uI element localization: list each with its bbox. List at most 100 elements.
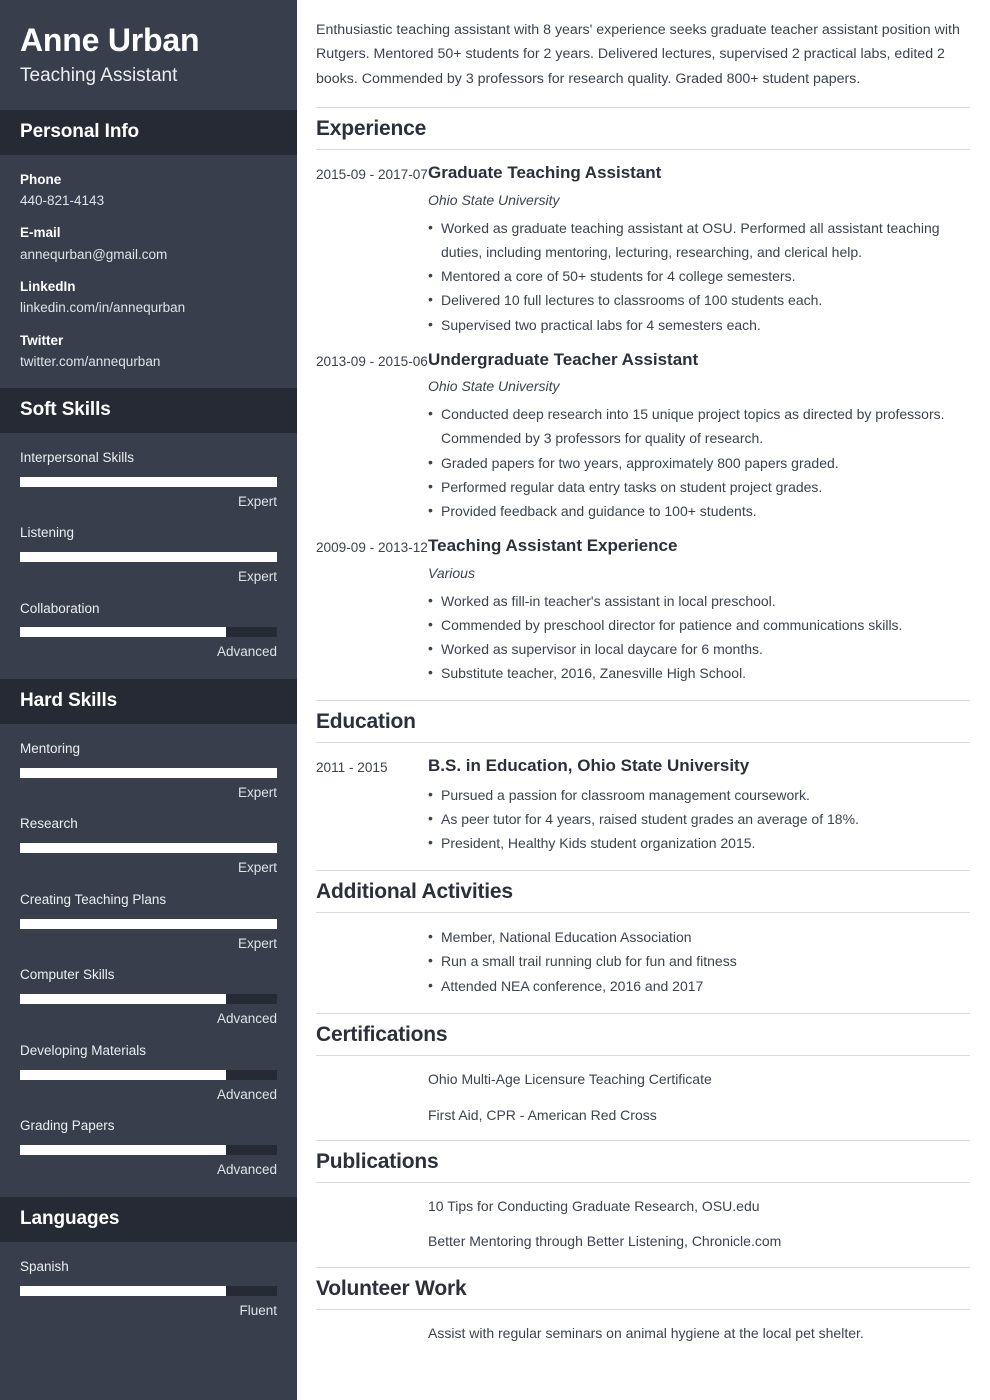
section-experience: Experience 2015-09 - 2017-07 Graduate Tea… — [316, 107, 970, 685]
skill-progress-track — [20, 1069, 277, 1080]
main-content: Enthusiastic teaching assistant with 8 y… — [297, 0, 990, 1400]
entry-bullet: Graded papers for two years, approximate… — [428, 450, 970, 475]
contact-label: E-mail — [20, 225, 61, 241]
skill-progress-fill — [20, 627, 226, 638]
skill-progress-track — [20, 918, 277, 929]
contact-label: Twitter — [20, 332, 64, 348]
skill-progress-track — [20, 1145, 277, 1156]
contact-label: LinkedIn — [20, 279, 76, 295]
skill-name: Computer Skills — [20, 967, 115, 983]
skill-item: Listening Expert — [20, 524, 277, 585]
section-volunteer-work: Volunteer Work Assist with regular semin… — [316, 1266, 970, 1344]
skill-level-label: Advanced — [216, 1162, 277, 1178]
entry: 2015-09 - 2017-07 Graduate Teaching Assis… — [316, 150, 970, 337]
entry-bullet: As peer tutor for 4 years, raised studen… — [428, 806, 970, 831]
skill-item: Developing Materials Advanced — [20, 1042, 277, 1103]
entry-title: Graduate Teaching Assistant — [428, 163, 662, 183]
skill-level-label: Expert — [237, 784, 277, 800]
section-title-experience: Experience — [316, 107, 970, 151]
skill-progress-fill — [20, 767, 277, 778]
candidate-name: Anne Urban — [20, 22, 200, 58]
contact-value[interactable]: 440-821-4143 — [20, 191, 277, 211]
entry-bullet: Substitute teacher, 2016, Zanesville Hig… — [428, 660, 970, 685]
skill-item: Interpersonal Skills Expert — [20, 449, 277, 510]
skill-item: Spanish Fluent — [20, 1258, 277, 1319]
skill-progress-fill — [20, 1285, 226, 1296]
contact-item: E-mail annequrban@gmail.com — [20, 224, 277, 264]
section-publications: Publications 10 Tips for Conducting Grad… — [316, 1140, 970, 1253]
activity-bullet: Member, National Education Association — [428, 924, 970, 950]
entry-bullet: Performed regular data entry tasks on st… — [428, 474, 970, 499]
certification-line: Ohio Multi-Age Licensure Teaching Certif… — [428, 1071, 712, 1088]
skill-progress-track — [20, 552, 277, 563]
contact-item: Twitter twitter.com/annequrban — [20, 332, 277, 372]
entry-bullet: Delivered 10 full lectures to classrooms… — [428, 287, 970, 312]
entry-organization: Various — [428, 564, 475, 581]
hard-skills-list: Mentoring Expert Research Expert Creating Te… — [0, 724, 297, 1197]
skill-item: Grading Papers Advanced — [20, 1117, 277, 1178]
skill-level-label: Fluent — [239, 1302, 277, 1318]
activities-bullet-list: Member, National Education AssociationRu… — [428, 913, 970, 1000]
entry-date: 2009-09 - 2013-12 — [316, 540, 428, 556]
entry: 2011 - 2015 B.S. in Education, Ohio State… — [316, 743, 970, 856]
skill-name: Developing Materials — [20, 1042, 147, 1058]
entry-date: 2015-09 - 2017-07 — [316, 167, 428, 183]
sidebar-heading-soft-skills: Soft Skills — [0, 387, 297, 433]
entry: 2009-09 - 2013-12 Teaching Assistant Expe… — [316, 523, 970, 685]
skill-level-label: Advanced — [216, 644, 277, 660]
activity-bullet: Attended NEA conference, 2016 and 2017 — [428, 973, 970, 999]
entry-bullet: Worked as supervisor in local daycare fo… — [428, 636, 970, 661]
skill-level-label: Expert — [237, 935, 277, 951]
skill-name: Listening — [20, 525, 75, 541]
contact-value[interactable]: linkedin.com/in/annequrban — [20, 298, 277, 318]
contact-label: Phone — [20, 171, 62, 187]
skill-progress-fill — [20, 1145, 226, 1156]
soft-skills-list: Interpersonal Skills Expert Listening Exper… — [0, 433, 297, 679]
entry-title: B.S. in Education, Ohio State University — [428, 755, 750, 775]
sidebar: Anne Urban Teaching Assistant Personal I… — [0, 0, 297, 1400]
skill-name: Mentoring — [20, 741, 81, 757]
entry-body: Teaching Assistant Experience Various Work… — [428, 535, 970, 685]
entry-bullet: Worked as fill-in teacher's assistant in… — [428, 588, 970, 613]
entry-date: 2011 - 2015 — [316, 759, 388, 775]
entry-bullet-list: Conducted deep research into 15 unique p… — [428, 401, 970, 523]
entry-bullet: Mentored a core of 50+ students for 4 co… — [428, 263, 970, 288]
section-title-education: Education — [316, 699, 970, 743]
entry-body: B.S. in Education, Ohio State University… — [428, 755, 970, 856]
experience-entries: 2015-09 - 2017-07 Graduate Teaching Assis… — [316, 150, 970, 685]
skill-level-label: Expert — [237, 860, 277, 876]
skill-item: Collaboration Advanced — [20, 600, 277, 661]
publications-body: 10 Tips for Conducting Graduate Research… — [316, 1183, 970, 1253]
skill-name: Research — [20, 816, 78, 832]
sidebar-heading-languages: Languages — [0, 1196, 297, 1242]
entry-body: Graduate Teaching Assistant Ohio State Un… — [428, 162, 970, 337]
activity-bullet: Run a small trail running club for fun a… — [428, 948, 970, 974]
candidate-job-title: Teaching Assistant — [20, 64, 178, 86]
skill-progress-track — [20, 627, 277, 638]
contact-value[interactable]: twitter.com/annequrban — [20, 352, 277, 372]
professional-summary: Enthusiastic teaching assistant with 8 y… — [316, 22, 960, 87]
skill-level-label: Advanced — [216, 1011, 277, 1027]
section-title-publications: Publications — [316, 1140, 970, 1184]
section-title-certifications: Certifications — [316, 1013, 970, 1057]
contact-value[interactable]: annequrban@gmail.com — [20, 245, 277, 265]
additional-activities-body: Member, National Education AssociationRu… — [316, 913, 970, 1000]
skill-progress-fill — [20, 1069, 226, 1080]
entry-date: 2013-09 - 2015-06 — [316, 353, 428, 369]
languages-list: Spanish Fluent — [0, 1242, 297, 1337]
skill-progress-fill — [20, 994, 226, 1005]
skill-item: Research Expert — [20, 815, 277, 876]
section-additional-activities: Additional Activities Member, National E… — [316, 869, 970, 1000]
section-title-additional-activities: Additional Activities — [316, 869, 970, 913]
contact-item: LinkedIn linkedin.com/in/annequrban — [20, 278, 277, 318]
entry-title: Teaching Assistant Experience — [428, 536, 678, 556]
entry-organization: Ohio State University — [428, 191, 560, 208]
skill-name: Interpersonal Skills — [20, 449, 135, 465]
entry-bullet: Provided feedback and guidance to 100+ s… — [428, 498, 970, 523]
skill-progress-track — [20, 767, 277, 778]
section-education: Education 2011 - 2015 B.S. in Education, … — [316, 699, 970, 856]
skill-progress-track — [20, 994, 277, 1005]
skill-progress-fill — [20, 552, 277, 563]
entry-bullet-list: Worked as fill-in teacher's assistant in… — [428, 588, 970, 686]
entry-organization: Ohio State University — [428, 378, 560, 395]
